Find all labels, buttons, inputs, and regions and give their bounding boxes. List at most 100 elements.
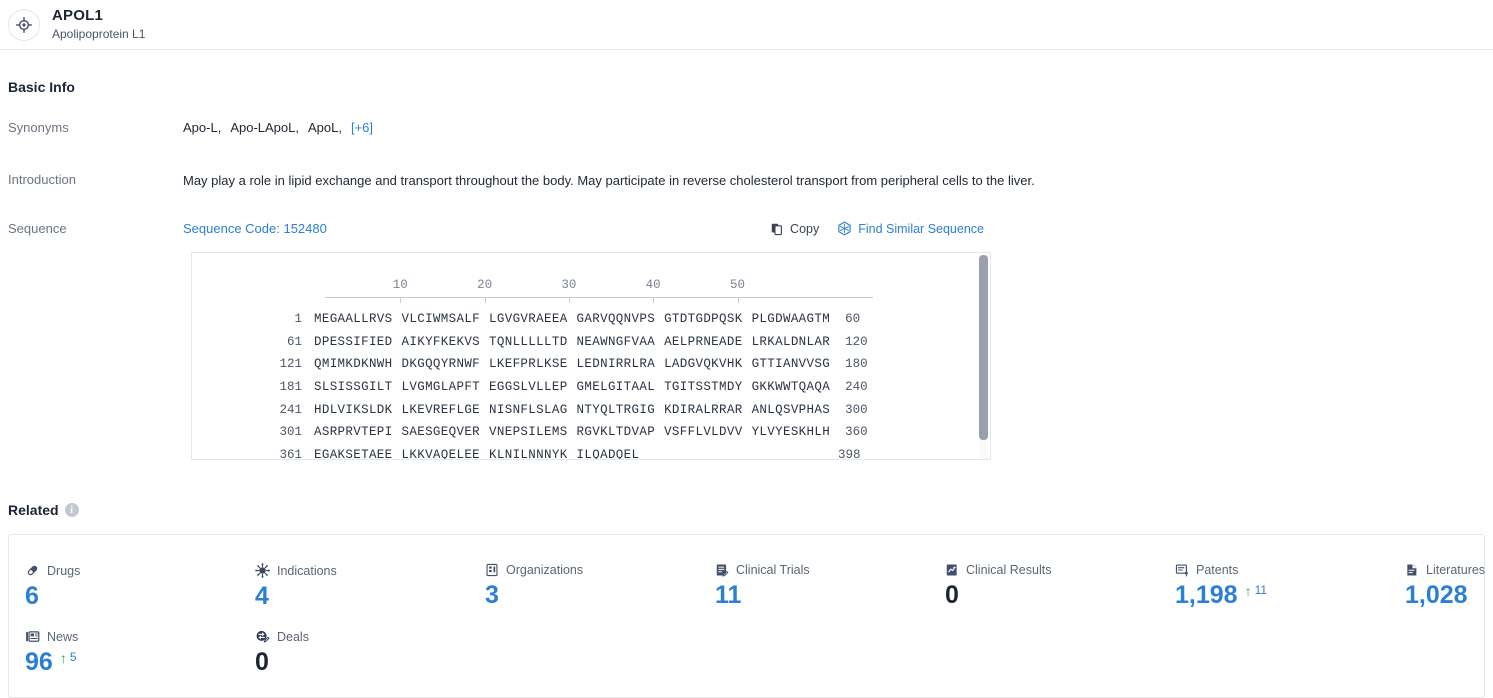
page-title: APOL1: [52, 7, 145, 24]
sequence-end-index: 60: [845, 312, 860, 326]
target-icon: [8, 9, 40, 41]
delta-count: 11: [1255, 584, 1267, 597]
sequence-end-index: 360: [845, 425, 868, 439]
find-similar-sequence-button[interactable]: Find Similar Sequence: [837, 221, 984, 236]
stat-value[interactable]: 96: [25, 650, 53, 675]
stat-value-wrap: 0: [945, 583, 1175, 608]
sequence-block: LVGMGLAPFT: [402, 380, 481, 394]
sequence-block: AIKYFKEKVS: [402, 335, 481, 349]
page-root: APOL1 Apolipoprotein L1 Basic Info Synon…: [0, 0, 1493, 698]
sequence-lines: 1MEGAALLRVSVLCIWMSALFLGVGVRAEEAGARVQQNVP…: [192, 308, 990, 460]
sequence-line: 181SLSISSGILTLVGMGLAPFTEGGSLVLLEPGMELGIT…: [192, 376, 990, 399]
sequence-block: VLCIWMSALF: [402, 312, 481, 326]
sequence-start-index: 181: [192, 380, 314, 394]
stat-value-wrap: 1,198 ↑11: [1175, 583, 1405, 608]
delta-count: 5: [70, 651, 77, 664]
sequence-line: 61DPESSIFIEDAIKYFKEKVSTQNLLLLLTDNEAWNGFV…: [192, 331, 990, 354]
stat-label: Clinical Results: [966, 563, 1051, 577]
related-panel: Drugs 6 Indications 4 Organizations 3 Clinical…: [8, 534, 1485, 698]
related-stat-clinical-results[interactable]: Clinical Results 0: [945, 563, 1175, 609]
sequence-block: KLNILNNNYK: [489, 448, 568, 460]
introduction-text: May play a role in lipid exchange and tr…: [183, 172, 1035, 190]
sequence-start-index: 361: [192, 448, 314, 460]
stat-value[interactable]: 6: [25, 584, 39, 609]
sequence-block: LEDNIRRLRA: [577, 357, 656, 371]
sequence-start-index: 61: [192, 335, 314, 349]
sequence-actions: Copy: [770, 221, 984, 236]
sequence-end-index: 180: [845, 357, 868, 371]
building-icon: [485, 563, 499, 577]
stat-value[interactable]: 4: [255, 584, 269, 609]
stat-header: Deals: [255, 629, 485, 644]
sequence-block: VSFFLVLDVV: [664, 425, 743, 439]
stat-header: Indications: [255, 563, 485, 578]
sequence-block: QMIMKDKNWH: [314, 357, 393, 371]
sequence-scrollbar-thumb[interactable]: [979, 255, 988, 440]
stat-label: Drugs: [47, 564, 80, 578]
stat-header: Drugs: [25, 563, 255, 578]
related-stat-literatures[interactable]: Literatures 1,028: [1405, 563, 1485, 609]
related-stat-news[interactable]: News 96 ↑5: [25, 629, 255, 675]
sequence-end-index: 300: [845, 403, 868, 417]
entity-header: APOL1 Apolipoprotein L1: [0, 0, 1493, 50]
ruler-tick: [400, 297, 401, 303]
stat-header: Organizations: [485, 563, 715, 577]
ruler-number: 20: [477, 278, 492, 292]
stat-value-wrap: 1,028: [1405, 583, 1485, 608]
copy-button[interactable]: Copy: [770, 222, 819, 236]
sequence-block: MEGAALLRVS: [314, 312, 393, 326]
sequence-block: EGGSLVLLEP: [489, 380, 568, 394]
related-stat-patents[interactable]: Patents 1,198 ↑11: [1175, 563, 1405, 609]
related-stat-indications[interactable]: Indications 4: [255, 563, 485, 609]
sequence-block: KDIRALRRAR: [664, 403, 743, 417]
related-stat-deals[interactable]: Deals0: [255, 629, 485, 675]
related-heading: Related: [8, 502, 59, 518]
sequence-residue-blocks: EGAKSETAEELKKVAQELEEKLNILNNNYKILQADQEL: [314, 448, 648, 460]
clinical-trial-icon: [715, 563, 729, 577]
stat-value-wrap: 3: [485, 583, 715, 608]
sequence-block: DKGQQYRNWF: [402, 357, 481, 371]
sequence-block: AELPRNEADE: [664, 335, 743, 349]
synonyms-label: Synonyms: [0, 120, 183, 135]
stat-label: News: [47, 630, 78, 644]
related-stat-clinical-trials[interactable]: Clinical Trials 11: [715, 563, 945, 609]
sequence-end-index: 120: [845, 335, 868, 349]
ruler-number: 10: [393, 278, 408, 292]
stat-value[interactable]: 3: [485, 583, 499, 608]
stat-delta: ↑5: [60, 651, 77, 665]
related-stats-grid: Drugs 6 Indications 4 Organizations 3 Clinical…: [9, 535, 1484, 675]
stat-label: Clinical Trials: [736, 563, 810, 577]
synonyms-values: Apo-L, Apo-LApoL, ApoL, [+6]: [183, 120, 373, 135]
stat-header: Patents: [1175, 563, 1405, 577]
sequence-block: HDLVIKSLDK: [314, 403, 393, 417]
sequence-block: RGVKLTDVAP: [577, 425, 656, 439]
stat-value[interactable]: 1,198: [1175, 583, 1238, 608]
ruler-tick: [569, 297, 570, 303]
sequence-block: TGITSSTMDY: [664, 380, 743, 394]
sequence-block: LKEVREFLGE: [402, 403, 481, 417]
sequence-code-link[interactable]: Sequence Code: 152480: [183, 221, 327, 236]
sequence-block: SAESGEQVER: [402, 425, 481, 439]
sequence-header-bar: Sequence Code: 152480 Copy: [183, 221, 984, 236]
stat-delta: ↑11: [1245, 584, 1267, 598]
sequence-block: LKKVAQELEE: [402, 448, 481, 460]
sequence-block: TQNLLLLLTD: [489, 335, 568, 349]
sequence-viewer-inner: 1020304050 1MEGAALLRVSVLCIWMSALFLGVGVRAE…: [192, 253, 990, 459]
related-stat-organizations[interactable]: Organizations 3: [485, 563, 715, 609]
sequence-scrollbar[interactable]: [979, 255, 988, 459]
info-icon[interactable]: i: [65, 503, 79, 517]
related-stat-drugs[interactable]: Drugs 6: [25, 563, 255, 609]
sequence-block: DPESSIFIED: [314, 335, 393, 349]
sequence-residue-blocks: HDLVIKSLDKLKEVREFLGENISNFLSLAGNTYQLTRGIG…: [314, 403, 839, 417]
stat-value-wrap: 6: [25, 584, 255, 609]
sequence-start-index: 121: [192, 357, 314, 371]
sequence-viewer[interactable]: 1020304050 1MEGAALLRVSVLCIWMSALFLGVGVRAE…: [191, 252, 991, 460]
stat-label: Literatures: [1426, 563, 1485, 577]
stat-value[interactable]: 11: [715, 583, 741, 608]
stat-value[interactable]: 1,028: [1405, 583, 1468, 608]
ruler-tick: [485, 297, 486, 303]
synonyms-more-link[interactable]: [+6]: [351, 120, 373, 135]
sequence-line: 1MEGAALLRVSVLCIWMSALFLGVGVRAEEAGARVQQNVP…: [192, 308, 990, 331]
sequence-block: GTTIANVVSG: [752, 357, 831, 371]
sequence-block: VNEPSILEMS: [489, 425, 568, 439]
